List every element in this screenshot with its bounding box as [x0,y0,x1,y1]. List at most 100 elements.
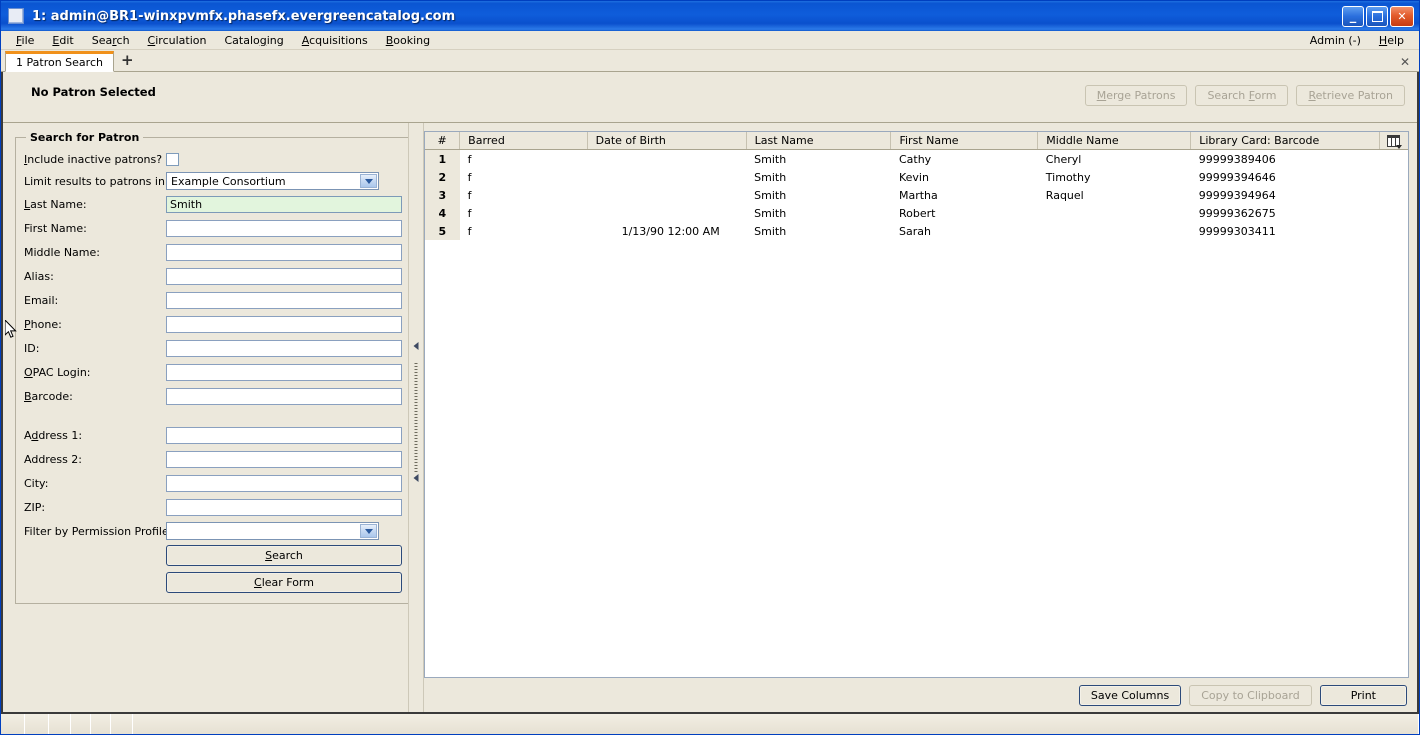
patron-results-table: # Barred Date of Birth Last Name First N… [425,132,1408,240]
window-title: 1: admin@BR1-winxpvmfx.phasefx.evergreen… [32,8,456,24]
cell-date-of-birth: 1/13/90 12:00 AM [587,222,747,240]
menu-help[interactable]: Help [1370,32,1413,49]
column-header-last-name[interactable]: Last Name [745,132,891,150]
app-icon [8,8,24,24]
main-content: No Patron Selected Merge Patrons Search … [1,72,1419,712]
zip-input[interactable] [166,498,402,516]
column-header-barred[interactable]: Barred [459,132,588,150]
retrieve-patron-button[interactable]: Retrieve Patron [1296,85,1405,106]
barcode-label: Barcode: [24,389,73,403]
cell-barred: f [459,168,588,186]
minimize-button[interactable]: _ [1342,5,1364,27]
middle-name-input[interactable] [166,243,402,261]
split-container: Search for Patron Include inactive patro… [3,123,1417,712]
menu-admin[interactable]: Admin (-) [1301,32,1370,49]
maximize-button[interactable] [1366,5,1388,27]
table-row[interactable]: 4 f Smith Robert 99999362675 [425,204,1408,222]
cell-middle-name: Cheryl [1037,149,1191,168]
email-input[interactable] [166,291,402,309]
table-row[interactable]: 2 f Smith Kevin Timothy 99999394646 [425,168,1408,186]
status-cell-main [133,714,1419,734]
field-permission-profile: Filter by Permission Profile: [24,519,402,543]
alias-input[interactable] [166,267,402,285]
status-cell-3 [49,714,71,734]
opac-login-label: OPAC Login: [24,365,91,379]
city-input[interactable] [166,474,402,492]
column-header-number[interactable]: # [425,132,460,150]
cell-first-name: Sarah [890,222,1038,240]
cell-middle-name [1037,222,1191,240]
field-zip: ZIP: [24,495,402,519]
cell-last-name: Smith [746,204,891,222]
menu-acquisitions[interactable]: Acquisitions [293,32,377,49]
search-form-button[interactable]: Search Form [1195,85,1289,106]
chevron-down-icon [360,174,377,188]
patron-summary-header: No Patron Selected Merge Patrons Search … [3,72,1417,123]
tab-patron-search[interactable]: 1 Patron Search [5,51,114,72]
menu-edit[interactable]: Edit [43,32,82,49]
column-header-middle-name[interactable]: Middle Name [1037,132,1191,150]
new-tab-button[interactable]: + [121,51,134,71]
id-input[interactable] [166,339,402,357]
clear-button-row: Clear Form [24,572,402,593]
include-inactive-checkbox[interactable] [166,152,179,166]
menu-file[interactable]: File [7,32,43,49]
row-number: 4 [425,204,460,222]
address-2-input[interactable] [166,450,402,468]
pane-splitter[interactable] [408,123,424,712]
form-spacer [24,408,402,423]
column-header-first-name[interactable]: First Name [890,132,1038,150]
table-row[interactable]: 5 f 1/13/90 12:00 AM Smith Sarah 9999930… [425,222,1408,240]
clear-form-button[interactable]: Clear Form [166,572,402,593]
results-grid: # Barred Date of Birth Last Name First N… [424,131,1409,678]
opac-login-input[interactable] [166,363,402,381]
status-cell-5 [91,714,111,734]
splitter-grip[interactable] [414,362,418,473]
last-name-input[interactable] [166,195,402,213]
save-columns-button[interactable]: Save Columns [1078,684,1182,706]
print-button[interactable]: Print [1319,684,1407,706]
permission-profile-label: Filter by Permission Profile: [24,524,173,538]
title-bar: 1: admin@BR1-winxpvmfx.phasefx.evergreen… [1,1,1419,31]
menu-circulation[interactable]: Circulation [139,32,216,49]
search-button[interactable]: Search [166,545,402,566]
grid-empty-area [425,240,1408,677]
tab-label: 1 Patron Search [16,56,103,69]
merge-patrons-button[interactable]: Merge Patrons [1084,85,1188,106]
cell-middle-name [1037,204,1191,222]
address-1-input[interactable] [166,426,402,444]
tab-strip: 1 Patron Search + ✕ [1,50,1419,72]
tab-close-icon[interactable]: ✕ [1400,55,1410,71]
menu-booking[interactable]: Booking [377,32,439,49]
menu-cataloging[interactable]: Cataloging [215,32,292,49]
splitter-collapse-right-icon[interactable] [413,473,419,482]
id-label: ID: [24,341,40,355]
column-header-library-card-barcode[interactable]: Library Card: Barcode [1190,132,1380,150]
limit-results-select[interactable]: Example Consortium [166,172,379,190]
cell-barcode: 99999389406 [1190,149,1380,168]
row-number: 1 [425,149,460,168]
close-button[interactable]: ✕ [1390,5,1414,27]
cell-spacer [1379,204,1408,222]
table-row[interactable]: 1 f Smith Cathy Cheryl 99999389406 [425,149,1408,168]
close-icon: ✕ [1397,9,1407,23]
barcode-input[interactable] [166,387,402,405]
field-last-name: Last Name: [24,192,402,216]
window-controls: _ ✕ [1342,5,1414,27]
cell-date-of-birth [587,186,747,204]
field-alias: Alias: [24,264,402,288]
include-inactive-label: Include inactive patrons? [24,152,163,166]
column-header-date-of-birth[interactable]: Date of Birth [586,132,747,150]
cell-barcode: 99999394964 [1190,186,1380,204]
menu-search[interactable]: Search [83,32,139,49]
column-picker-button[interactable] [1378,132,1408,150]
cell-spacer [1379,186,1408,204]
phone-input[interactable] [166,315,402,333]
first-name-input[interactable] [166,219,402,237]
last-name-label: Last Name: [24,197,87,211]
copy-to-clipboard-button[interactable]: Copy to Clipboard [1189,684,1312,706]
table-row[interactable]: 3 f Smith Martha Raquel 99999394964 [425,186,1408,204]
splitter-collapse-left-icon[interactable] [413,341,419,350]
permission-profile-select[interactable] [166,522,379,540]
field-email: Email: [24,288,402,312]
